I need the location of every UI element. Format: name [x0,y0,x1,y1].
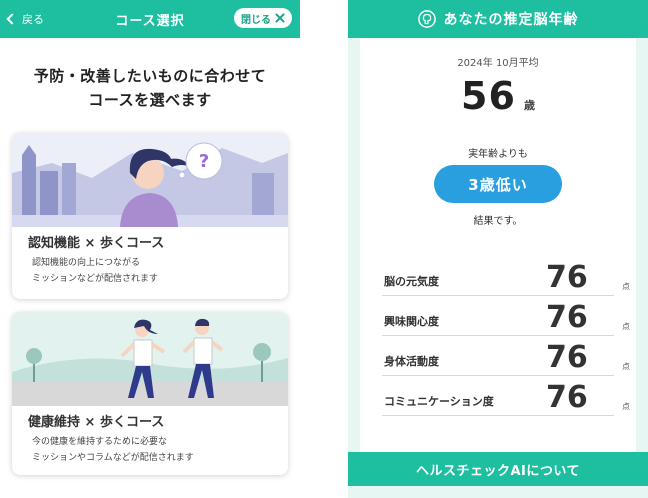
course-description: 認知機能の向上につながる ミッションなどが配信されます [32,255,158,287]
age-unit: 歳 [523,99,535,112]
question-mark-glyph: ? [199,151,209,172]
score-row: コミュニケーション度 76 点 [382,376,630,416]
compare-text: 実年齢よりも [468,149,528,160]
course-title: 健康維持 × 歩くコース [28,415,165,430]
close-button[interactable]: 閉じる [234,8,292,28]
age-number: 56 [461,74,516,118]
close-icon [275,13,285,23]
course-heading-line-2: コースを選べます [88,91,212,109]
brain-age-header: あなたの推定脳年齢 [348,0,648,38]
score-label: 脳の元気度 [384,275,439,288]
score-value: 76 [546,340,588,375]
score-label: 興味関心度 [384,315,439,328]
course-title: 認知機能 × 歩くコース [28,236,165,251]
course-heading: 予防・改善したいものに合わせて コースを選べます [0,64,300,112]
score-unit: 点 [622,402,630,411]
score-row: 脳の元気度 76 点 [382,256,630,296]
worried-woman-illustration: ? [12,133,288,227]
score-row: 身体活動度 76 点 [382,336,630,376]
score-label: 身体活動度 [384,355,439,368]
course-card-cognitive[interactable]: ? 認知機能 × 歩くコース 認知機能の向上につながる ミッションなどが配信され… [12,133,288,299]
course-description: 今の健康を維持するために必要な ミッションやコラムなどが配信されます [32,434,194,466]
health-check-ai-button[interactable]: ヘルスチェックAIについて [348,452,648,486]
score-value: 76 [546,300,588,335]
score-unit: 点 [622,282,630,291]
course-heading-line-1: 予防・改善したいものに合わせて [33,67,267,85]
result-text: 結果です。 [473,216,523,227]
course-description-line: ミッションやコラムなどが配信されます [32,453,194,463]
course-description-line: 今の健康を維持するために必要な [32,437,168,447]
close-label: 閉じる [241,14,271,26]
brain-head-icon [417,10,436,28]
score-unit: 点 [622,322,630,331]
score-value: 76 [546,380,588,415]
period-label: 2024年 10月平均 [457,58,539,69]
course-card-health[interactable]: 健康維持 × 歩くコース 今の健康を維持するために必要な ミッションやコラムなど… [12,312,288,475]
brain-age-screen: あなたの推定脳年齢 2024年 10月平均 56 歳 実年齢よりも 3歳低い 結果… [348,0,648,498]
course-description-line: ミッションなどが配信されます [32,274,159,284]
brain-age-title: あなたの推定脳年齢 [443,12,579,28]
course-description-line: 認知機能の向上につながる [32,258,141,268]
score-unit: 点 [622,362,630,371]
course-select-header: 戻る コース選択 閉じる [0,0,300,38]
course-select-screen: 戻る コース選択 閉じる 予防・改善したいものに合わせて コースを選べます ? [0,0,300,498]
age-difference-badge: 3歳低い [434,165,562,203]
score-label: コミュニケーション度 [384,395,494,408]
brain-age-value: 56 歳 [348,74,648,118]
running-couple-illustration [12,312,288,406]
score-value: 76 [546,260,588,295]
score-row: 興味関心度 76 点 [382,296,630,336]
